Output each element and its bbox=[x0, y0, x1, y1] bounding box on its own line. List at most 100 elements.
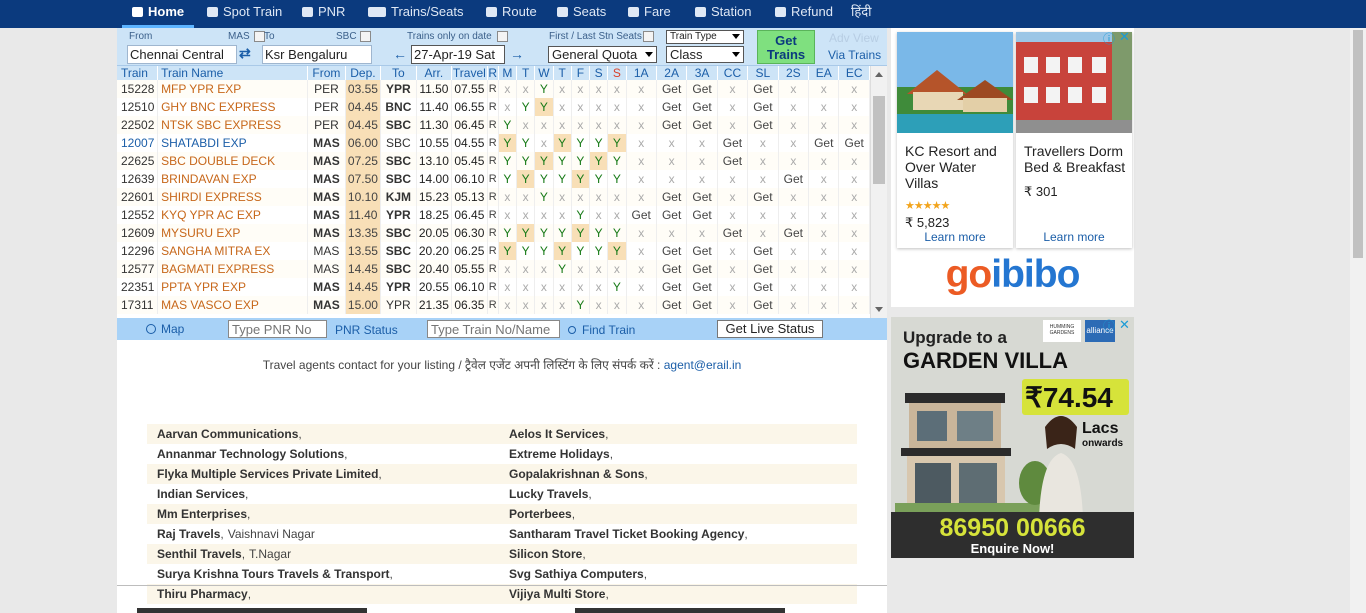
column-header[interactable]: To bbox=[380, 66, 417, 80]
villa-ad[interactable]: Upgrade to a GARDEN VILLA HUMMING GARDEN… bbox=[891, 317, 1134, 558]
train-number[interactable]: 22351 bbox=[117, 278, 159, 296]
column-header[interactable]: Travel bbox=[451, 66, 488, 80]
class-availability[interactable]: Get bbox=[717, 152, 749, 170]
class-availability[interactable]: Get bbox=[656, 296, 688, 314]
pnr-status-button[interactable]: PNR Status bbox=[335, 323, 398, 337]
train-name[interactable]: MFP YPR EXP bbox=[157, 80, 309, 98]
class-availability[interactable]: Get bbox=[656, 98, 688, 116]
class-availability[interactable]: Get bbox=[838, 134, 870, 152]
column-header[interactable]: S bbox=[589, 66, 609, 80]
ad-close-icon[interactable]: ✕ bbox=[1119, 317, 1130, 333]
column-header[interactable]: Train bbox=[117, 66, 159, 80]
column-header[interactable]: S bbox=[607, 66, 627, 80]
class-availability[interactable]: Get bbox=[747, 278, 779, 296]
train-name[interactable]: SANGHA MITRA EX bbox=[157, 242, 309, 260]
agent-name[interactable]: Aarvan Communications bbox=[157, 427, 298, 441]
agent-name[interactable]: Vijiya Multi Store bbox=[509, 587, 605, 601]
table-row[interactable]: 12510 GHY BNC EXPRESS PER 04.45 BNC 11.40 06.5… bbox=[117, 98, 870, 116]
column-header[interactable]: T bbox=[553, 66, 572, 80]
agent-name[interactable]: Gopalakrishnan & Sons bbox=[509, 467, 644, 481]
train-name[interactable]: MAS VASCO EXP bbox=[157, 296, 309, 314]
learn-more-link[interactable]: Learn more bbox=[897, 230, 1013, 244]
class-availability[interactable]: Get bbox=[626, 206, 657, 224]
class-availability[interactable]: Get bbox=[686, 116, 718, 134]
class-availability[interactable]: Get bbox=[778, 170, 810, 188]
train-number[interactable]: 12510 bbox=[117, 98, 159, 116]
train-number[interactable]: 12552 bbox=[117, 206, 159, 224]
column-header[interactable]: From bbox=[307, 66, 346, 80]
table-row[interactable]: 22502 NTSK SBC EXPRESS PER 04.45 SBC 11.30 06.… bbox=[117, 116, 870, 134]
class-availability[interactable]: Get bbox=[686, 260, 718, 278]
table-row[interactable]: 22351 PPTA YPR EXP MAS 14.45 YPR 20.55 06.10 Rx… bbox=[117, 278, 870, 296]
class-availability[interactable]: Get bbox=[686, 242, 718, 260]
nav-trains-seats[interactable]: Trains/Seats bbox=[368, 0, 464, 28]
agent-name[interactable]: Senthil Travels bbox=[157, 547, 242, 561]
class-availability[interactable]: Get bbox=[686, 188, 718, 206]
class-availability[interactable]: Get bbox=[747, 296, 779, 314]
train-number[interactable]: 12639 bbox=[117, 170, 159, 188]
nav-pnr[interactable]: PNR bbox=[302, 0, 345, 28]
table-row[interactable]: 12609 MYSURU EXP MAS 13.35 SBC 20.05 06.30 R Y Y Y… bbox=[117, 224, 870, 242]
ad-info-icon[interactable]: ⓘ bbox=[1103, 30, 1115, 47]
column-header[interactable]: W bbox=[534, 66, 554, 80]
column-header[interactable]: 3A bbox=[686, 66, 718, 80]
train-name[interactable]: SBC DOUBLE DECK bbox=[157, 152, 309, 170]
column-header[interactable]: SL bbox=[747, 66, 779, 80]
nav-fare[interactable]: Fare bbox=[628, 0, 671, 28]
via-trains-link[interactable]: Via Trains bbox=[828, 48, 881, 62]
class-availability[interactable]: Get bbox=[686, 296, 718, 314]
date-checkbox[interactable] bbox=[497, 31, 508, 42]
train-name[interactable]: SHIRDI EXPRESS bbox=[157, 188, 309, 206]
scroll-down-icon[interactable] bbox=[875, 307, 883, 312]
train-name[interactable]: PPTA YPR EXP bbox=[157, 278, 309, 296]
nav-refund[interactable]: Refund bbox=[775, 0, 833, 28]
column-header[interactable]: Train Name bbox=[157, 66, 309, 80]
table-row[interactable]: 12007 SHATABDI EXP MAS 06.00 SBC 10.55 04.55 R Y… bbox=[117, 134, 870, 152]
class-availability[interactable]: Get bbox=[656, 260, 688, 278]
ad-info-icon[interactable]: ⓘ bbox=[1103, 317, 1115, 334]
to-station-input[interactable]: Ksr Bengaluru bbox=[262, 45, 372, 64]
scroll-thumb[interactable] bbox=[873, 96, 885, 184]
agent-name[interactable]: Surya Krishna Tours Travels & Transport bbox=[157, 567, 390, 581]
adv-view-link[interactable]: Adv View bbox=[829, 31, 879, 45]
class-availability[interactable]: Get bbox=[656, 188, 688, 206]
quota-checkbox[interactable] bbox=[643, 31, 654, 42]
column-header[interactable]: 2A bbox=[656, 66, 688, 80]
enquire-button[interactable]: Enquire Now! bbox=[891, 541, 1134, 556]
train-number[interactable]: 12296 bbox=[117, 242, 159, 260]
date-input[interactable]: 27-Apr-19 Sat bbox=[411, 45, 505, 64]
class-availability[interactable]: Get bbox=[747, 116, 779, 134]
train-number[interactable]: 22601 bbox=[117, 188, 159, 206]
train-number[interactable]: 12577 bbox=[117, 260, 159, 278]
class-availability[interactable]: Get bbox=[656, 116, 688, 134]
table-row[interactable]: 17311 MAS VASCO EXP MAS 15.00 YPR 21.35 06.35 R… bbox=[117, 296, 870, 314]
agent-name[interactable]: Flyka Multiple Services Private Limited bbox=[157, 467, 378, 481]
column-header[interactable]: M bbox=[498, 66, 518, 80]
agent-name[interactable]: Svg Sathiya Computers bbox=[509, 567, 644, 581]
nav-home[interactable]: Home bbox=[122, 0, 194, 28]
nav-hindi[interactable]: हिंदी bbox=[851, 0, 872, 28]
learn-more-link[interactable]: Learn more bbox=[1016, 230, 1132, 244]
train-name[interactable]: KYQ YPR AC EXP bbox=[157, 206, 309, 224]
class-availability[interactable]: Get bbox=[747, 188, 779, 206]
ad-close-icon[interactable]: ✕ bbox=[1119, 29, 1130, 45]
quota-select[interactable]: General Quota bbox=[548, 46, 657, 63]
column-header[interactable]: R bbox=[487, 66, 499, 80]
agent-name[interactable]: Extreme Holidays bbox=[509, 447, 610, 461]
train-name[interactable]: BAGMATI EXPRESS bbox=[157, 260, 309, 278]
train-search-input[interactable] bbox=[427, 320, 560, 338]
map-link[interactable]: Map bbox=[146, 322, 184, 336]
train-number[interactable]: 22502 bbox=[117, 116, 159, 134]
agent-name[interactable]: Porterbees bbox=[509, 507, 572, 521]
table-row[interactable]: 22601 SHIRDI EXPRESS MAS 10.10 KJM 15.23 05.13… bbox=[117, 188, 870, 206]
swap-icon[interactable]: ⇄ bbox=[239, 45, 251, 62]
nav-seats[interactable]: Seats bbox=[557, 0, 606, 28]
class-availability[interactable]: Get bbox=[686, 278, 718, 296]
hotel-ad[interactable]: KC Resort and Over Water Villas ★★★★★ ₹ … bbox=[891, 28, 1134, 307]
agent-name[interactable]: Raj Travels bbox=[157, 527, 220, 541]
class-availability[interactable]: Get bbox=[656, 278, 688, 296]
table-row[interactable]: 12577 BAGMATI EXPRESS MAS 14.45 SBC 20.40 05.5… bbox=[117, 260, 870, 278]
get-trains-button[interactable]: Get Trains bbox=[757, 30, 815, 64]
column-header[interactable]: Arr. bbox=[416, 66, 453, 80]
agent-name[interactable]: Santharam Travel Ticket Booking Agency bbox=[509, 527, 744, 541]
